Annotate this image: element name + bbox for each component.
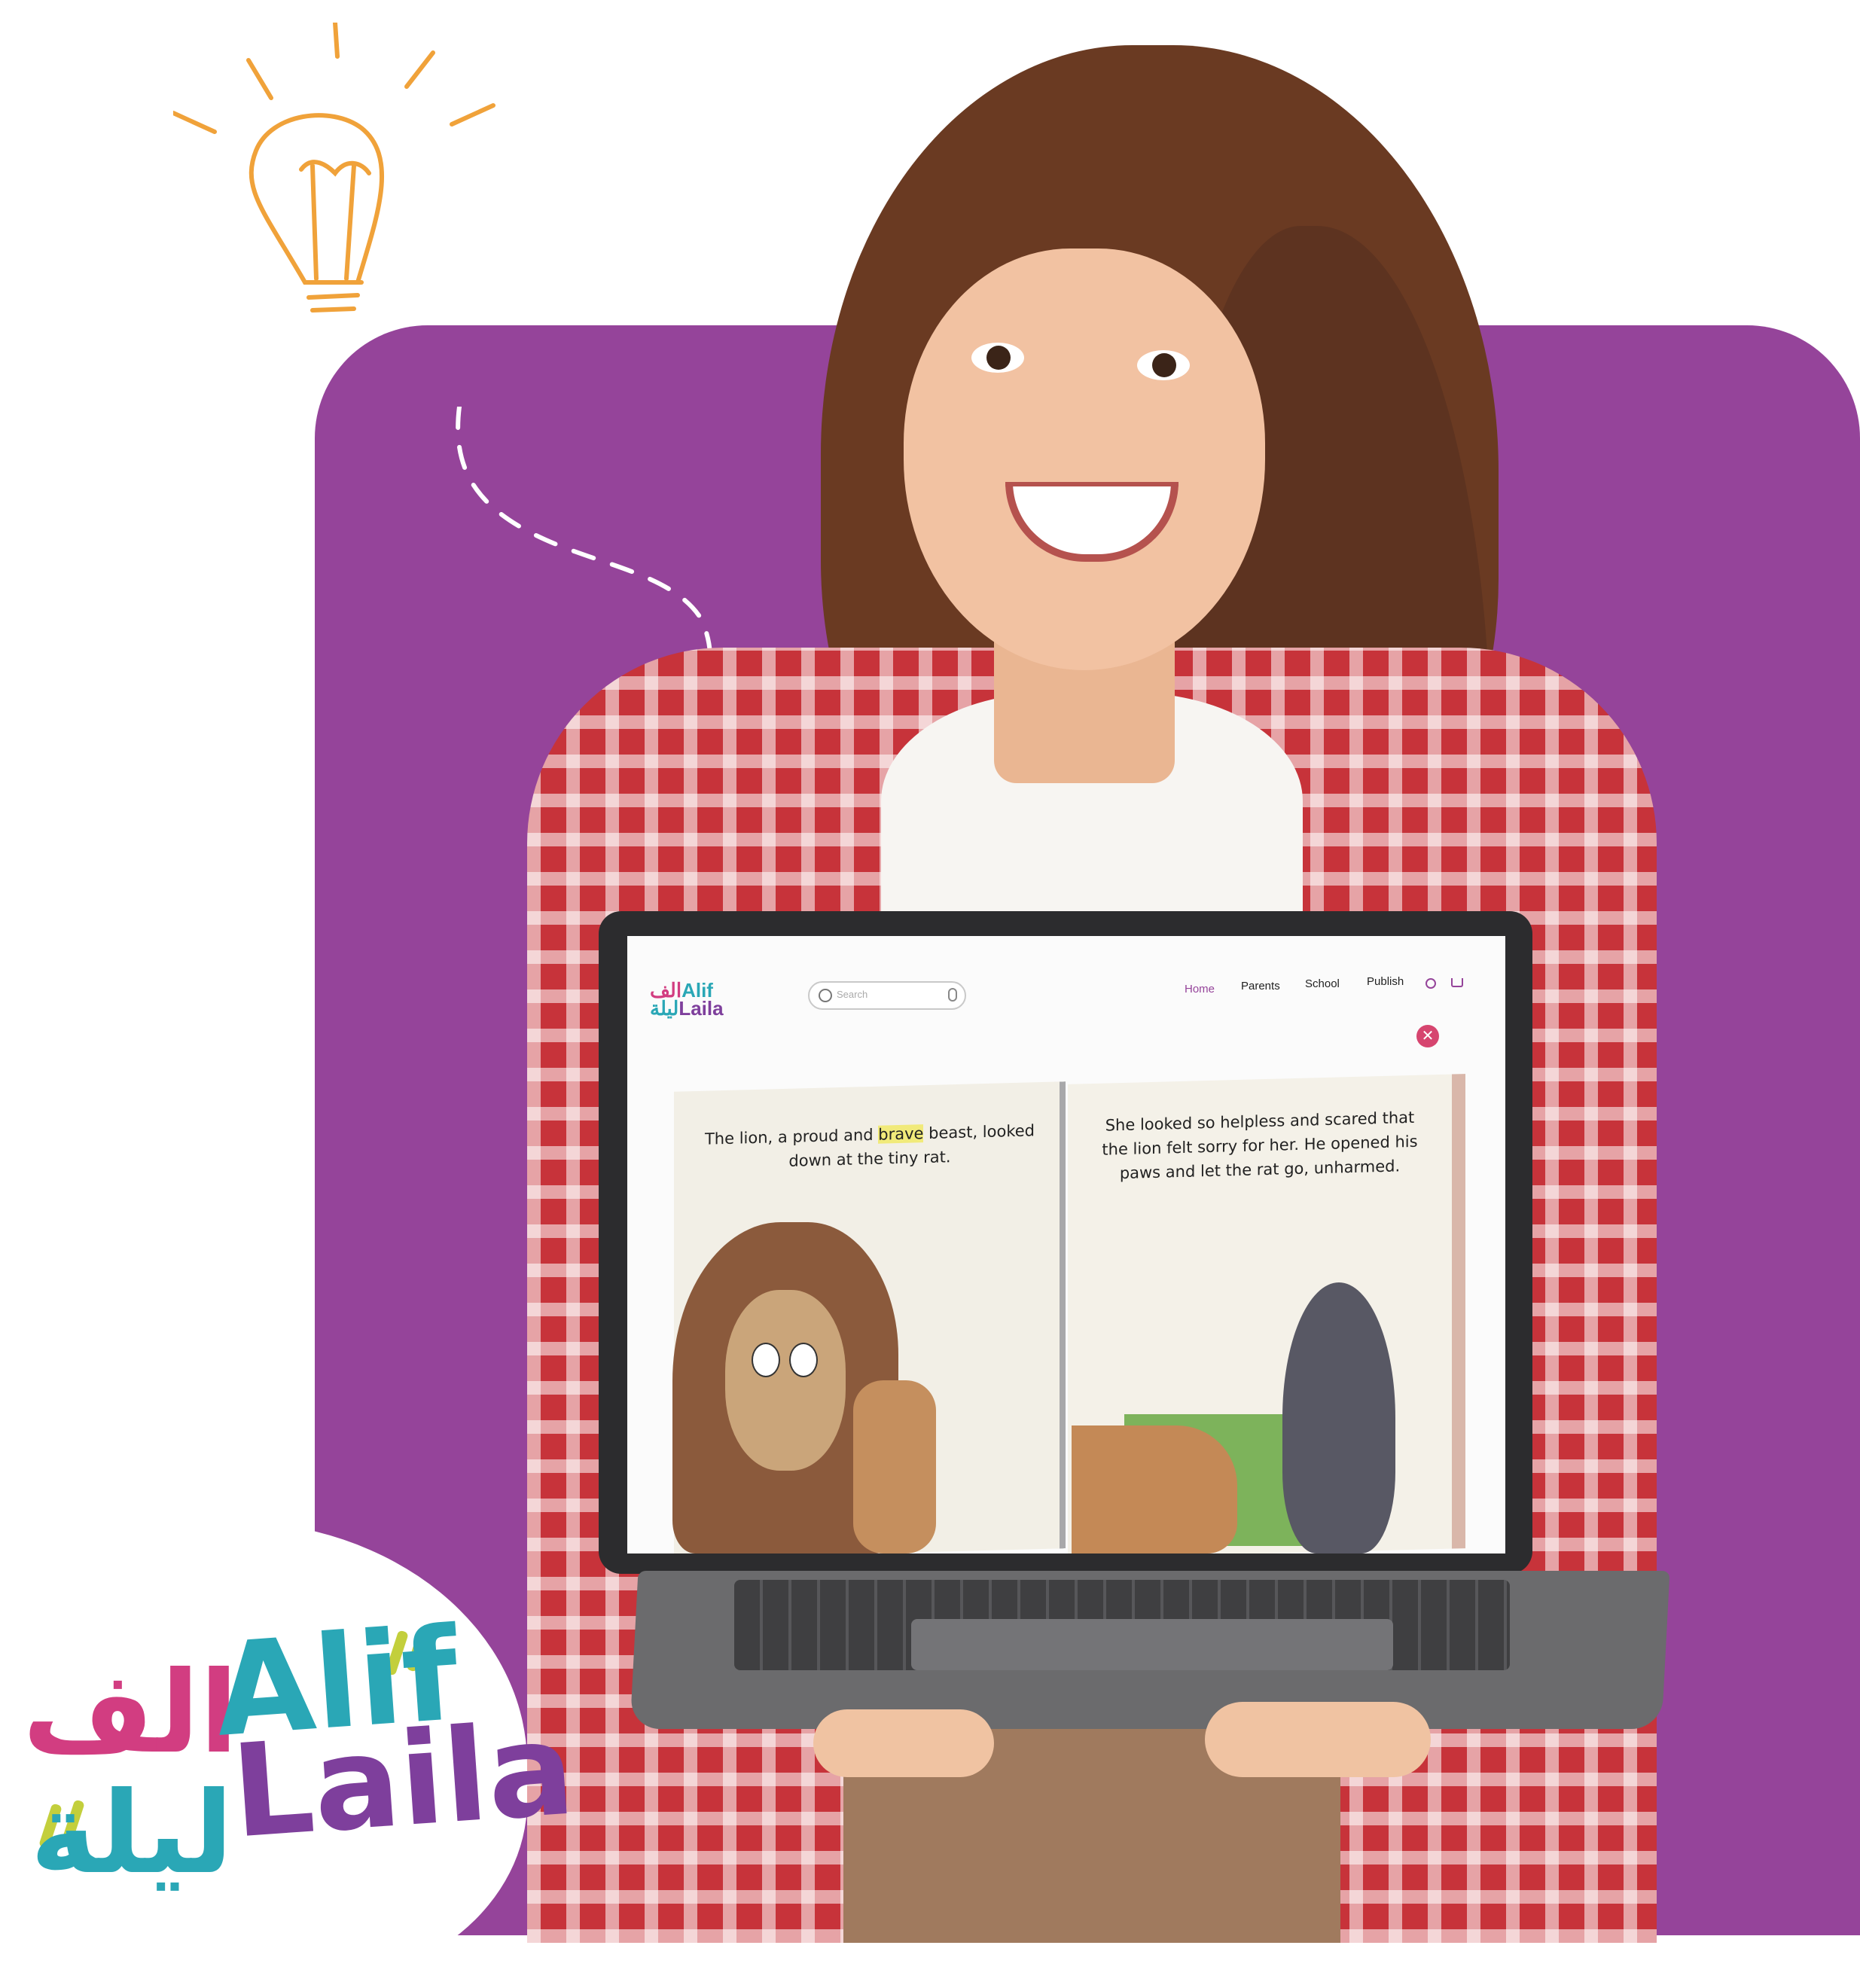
brand-logo-latin-2: Laila	[227, 1694, 579, 1868]
lightbulb-doodle-icon	[173, 23, 495, 313]
lion-paw-with-rat-illustration	[853, 1380, 936, 1554]
lion-paw-illustration	[1072, 1425, 1237, 1554]
lion-eye	[752, 1343, 780, 1377]
girl-face	[904, 248, 1265, 670]
right-hand	[1205, 1702, 1431, 1777]
left-page-text: The lion, a proud and brave beast, looke…	[704, 1118, 1035, 1175]
brand-logo-arabic-1: الف	[23, 1648, 239, 1779]
left-hand	[813, 1709, 994, 1777]
microphone-icon[interactable]	[948, 988, 957, 1002]
laptop-trackpad	[911, 1619, 1393, 1670]
search-icon	[819, 989, 832, 1002]
user-icon[interactable]	[1425, 978, 1436, 989]
search-placeholder: Search	[837, 989, 868, 1000]
left-page-text-start: The lion, a proud and	[704, 1125, 879, 1148]
close-icon[interactable]: ✕	[1416, 1025, 1439, 1047]
brand-logo-arabic-2: ليلة	[30, 1768, 233, 1899]
cart-icon[interactable]	[1451, 978, 1463, 987]
nav-home[interactable]: Home	[1185, 983, 1215, 996]
highlighted-word: brave	[878, 1124, 924, 1144]
laptop-screen: الفAlif ليلةLaila Search Home Parents Sc…	[627, 936, 1505, 1554]
site-logo[interactable]: الفAlif ليلةLaila	[650, 980, 724, 1020]
nav-school[interactable]: School	[1305, 977, 1340, 990]
lion-face-illustration	[725, 1290, 846, 1471]
lion-eye	[789, 1343, 818, 1377]
rat-illustration	[1282, 1282, 1395, 1554]
nav-parents[interactable]: Parents	[1241, 980, 1280, 992]
logo-latin-2: Laila	[678, 997, 724, 1020]
logo-arabic-2: ليلة	[650, 997, 679, 1020]
nav-publish[interactable]: Publish	[1367, 975, 1404, 988]
search-input[interactable]: Search	[808, 981, 966, 1010]
right-page-text: She looked so helpless and scared that t…	[1102, 1108, 1418, 1183]
left-eye	[971, 343, 1024, 373]
right-eye	[1137, 350, 1190, 380]
